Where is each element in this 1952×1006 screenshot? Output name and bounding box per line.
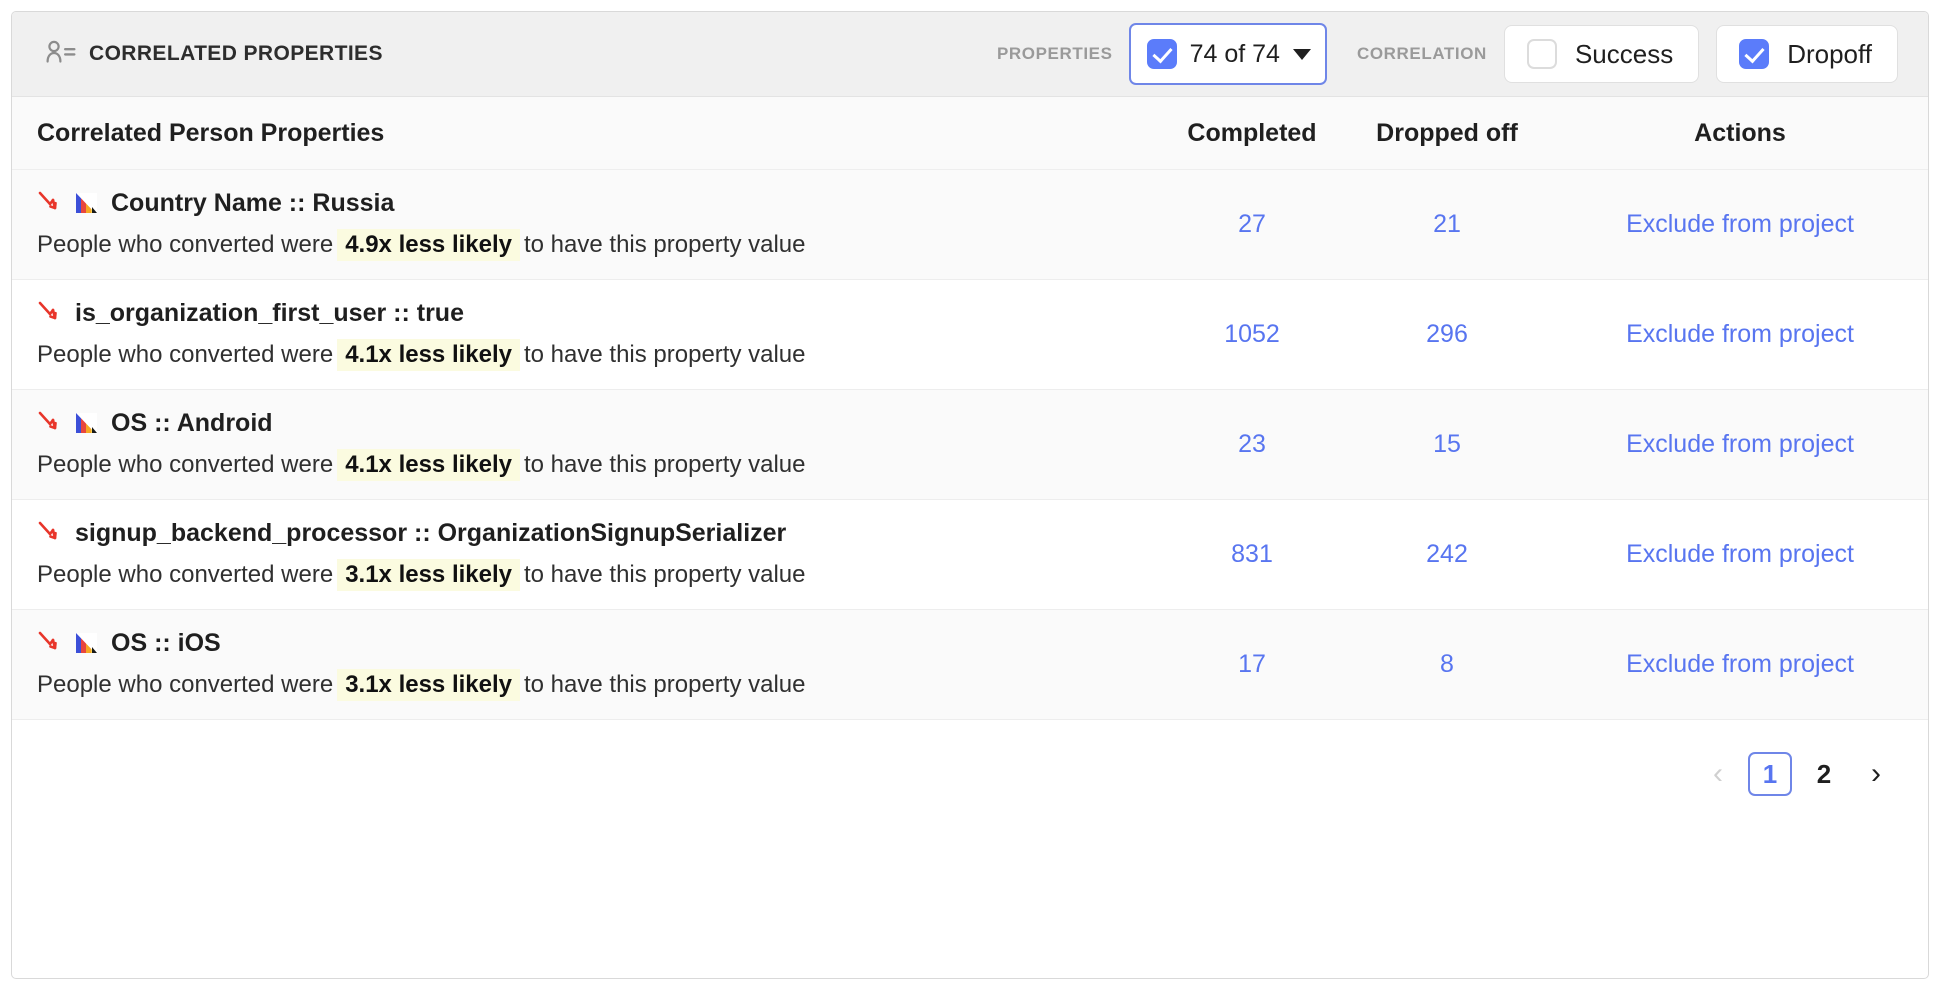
property-name: Country Name :: Russia	[111, 189, 394, 218]
card-header-controls: PROPERTIES 74 of 74 CORRELATION Success …	[997, 23, 1898, 85]
trend-down-icon	[37, 409, 63, 438]
table-row: OS :: AndroidPeople who converted were4.…	[12, 390, 1928, 500]
column-header-completed: Completed	[1162, 119, 1342, 148]
description-suffix: to have this property value	[524, 231, 806, 259]
correlation-toggle-success[interactable]: Success	[1504, 25, 1699, 83]
property-description: People who converted were4.1x less likel…	[37, 339, 1162, 371]
property-title-line: signup_backend_processor :: Organization…	[37, 519, 1162, 548]
column-header-actions: Actions	[1552, 119, 1928, 148]
correlation-toggle-dropoff[interactable]: Dropoff	[1716, 25, 1898, 83]
column-header-dropped-off: Dropped off	[1342, 119, 1552, 148]
description-prefix: People who converted were	[37, 341, 333, 369]
cell-property: Country Name :: RussiaPeople who convert…	[12, 171, 1162, 279]
flag-russia-icon	[75, 190, 99, 216]
cell-property: is_organization_first_user :: truePeople…	[12, 281, 1162, 389]
table-row: is_organization_first_user :: truePeople…	[12, 280, 1928, 390]
dropoff-checkbox[interactable]	[1739, 39, 1769, 69]
property-title-line: OS :: Android	[37, 409, 1162, 438]
property-description: People who converted were3.1x less likel…	[37, 669, 1162, 701]
cell-completed-count[interactable]: 831	[1162, 540, 1342, 569]
properties-count-select[interactable]: 74 of 74	[1129, 23, 1327, 85]
property-title-line: OS :: iOS	[37, 629, 1162, 658]
success-label: Success	[1575, 39, 1673, 70]
property-description: People who converted were4.9x less likel…	[37, 229, 1162, 261]
card-footer: ‹ 12 ›	[12, 720, 1928, 828]
chevron-down-icon[interactable]	[1293, 49, 1311, 60]
pagination-pages: 12	[1748, 752, 1846, 796]
cell-dropped-off-count[interactable]: 15	[1342, 430, 1552, 459]
description-suffix: to have this property value	[524, 561, 806, 589]
cell-dropped-off-count[interactable]: 296	[1342, 320, 1552, 349]
description-prefix: People who converted were	[37, 671, 333, 699]
exclude-from-project-link[interactable]: Exclude from project	[1552, 540, 1928, 569]
cell-dropped-off-count[interactable]: 21	[1342, 210, 1552, 239]
multiplier-badge: 3.1x less likely	[337, 669, 520, 701]
cell-completed-count[interactable]: 17	[1162, 650, 1342, 679]
multiplier-badge: 4.9x less likely	[337, 229, 520, 261]
table-body: Country Name :: RussiaPeople who convert…	[12, 170, 1928, 720]
card-header-left: CORRELATED PROPERTIES	[46, 40, 997, 69]
os-ios-icon	[75, 630, 99, 656]
property-title-line: is_organization_first_user :: true	[37, 299, 1162, 328]
description-suffix: to have this property value	[524, 671, 806, 699]
multiplier-badge: 4.1x less likely	[337, 449, 520, 481]
description-prefix: People who converted were	[37, 451, 333, 479]
properties-select-checkbox[interactable]	[1147, 39, 1177, 69]
table-row: OS :: iOSPeople who converted were3.1x l…	[12, 610, 1928, 720]
exclude-from-project-link[interactable]: Exclude from project	[1552, 650, 1928, 679]
pagination-prev-button[interactable]: ‹	[1698, 752, 1738, 796]
property-name: OS :: iOS	[111, 629, 221, 658]
property-title-line: Country Name :: Russia	[37, 189, 1162, 218]
cell-completed-count[interactable]: 1052	[1162, 320, 1342, 349]
property-description: People who converted were4.1x less likel…	[37, 449, 1162, 481]
trend-down-icon	[37, 519, 63, 548]
properties-select-value: 74 of 74	[1190, 40, 1280, 69]
correlation-filter-label: CORRELATION	[1357, 44, 1487, 64]
cell-dropped-off-count[interactable]: 8	[1342, 650, 1552, 679]
trend-down-icon	[37, 629, 63, 658]
success-checkbox[interactable]	[1527, 39, 1557, 69]
exclude-from-project-link[interactable]: Exclude from project	[1552, 320, 1928, 349]
cell-property: OS :: iOSPeople who converted were3.1x l…	[12, 611, 1162, 719]
property-description: People who converted were3.1x less likel…	[37, 559, 1162, 591]
trend-down-icon	[37, 299, 63, 328]
pagination: ‹ 12 ›	[1698, 752, 1896, 796]
description-prefix: People who converted were	[37, 561, 333, 589]
cell-completed-count[interactable]: 23	[1162, 430, 1342, 459]
column-header-property: Correlated Person Properties	[12, 119, 1162, 148]
dropoff-label: Dropoff	[1787, 39, 1872, 70]
pagination-page-2[interactable]: 2	[1802, 752, 1846, 796]
os-android-icon	[75, 410, 99, 436]
trend-down-icon	[37, 189, 63, 218]
multiplier-badge: 4.1x less likely	[337, 339, 520, 371]
table-row: signup_backend_processor :: Organization…	[12, 500, 1928, 610]
pagination-next-button[interactable]: ›	[1856, 752, 1896, 796]
cell-property: OS :: AndroidPeople who converted were4.…	[12, 391, 1162, 499]
cell-property: signup_backend_processor :: Organization…	[12, 501, 1162, 609]
card-header: CORRELATED PROPERTIES PROPERTIES 74 of 7…	[12, 12, 1928, 97]
description-suffix: to have this property value	[524, 341, 806, 369]
description-prefix: People who converted were	[37, 231, 333, 259]
multiplier-badge: 3.1x less likely	[337, 559, 520, 591]
person-list-icon	[46, 40, 76, 69]
table-row: Country Name :: RussiaPeople who convert…	[12, 170, 1928, 280]
table-header-row: Correlated Person Properties Completed D…	[12, 97, 1928, 170]
description-suffix: to have this property value	[524, 451, 806, 479]
exclude-from-project-link[interactable]: Exclude from project	[1552, 430, 1928, 459]
exclude-from-project-link[interactable]: Exclude from project	[1552, 210, 1928, 239]
card-title: CORRELATED PROPERTIES	[89, 42, 383, 66]
pagination-page-1[interactable]: 1	[1748, 752, 1792, 796]
property-name: signup_backend_processor :: Organization…	[75, 519, 786, 548]
correlated-properties-card: CORRELATED PROPERTIES PROPERTIES 74 of 7…	[11, 11, 1929, 979]
properties-filter-label: PROPERTIES	[997, 44, 1113, 64]
property-name: is_organization_first_user :: true	[75, 299, 464, 328]
property-name: OS :: Android	[111, 409, 273, 438]
cell-dropped-off-count[interactable]: 242	[1342, 540, 1552, 569]
cell-completed-count[interactable]: 27	[1162, 210, 1342, 239]
